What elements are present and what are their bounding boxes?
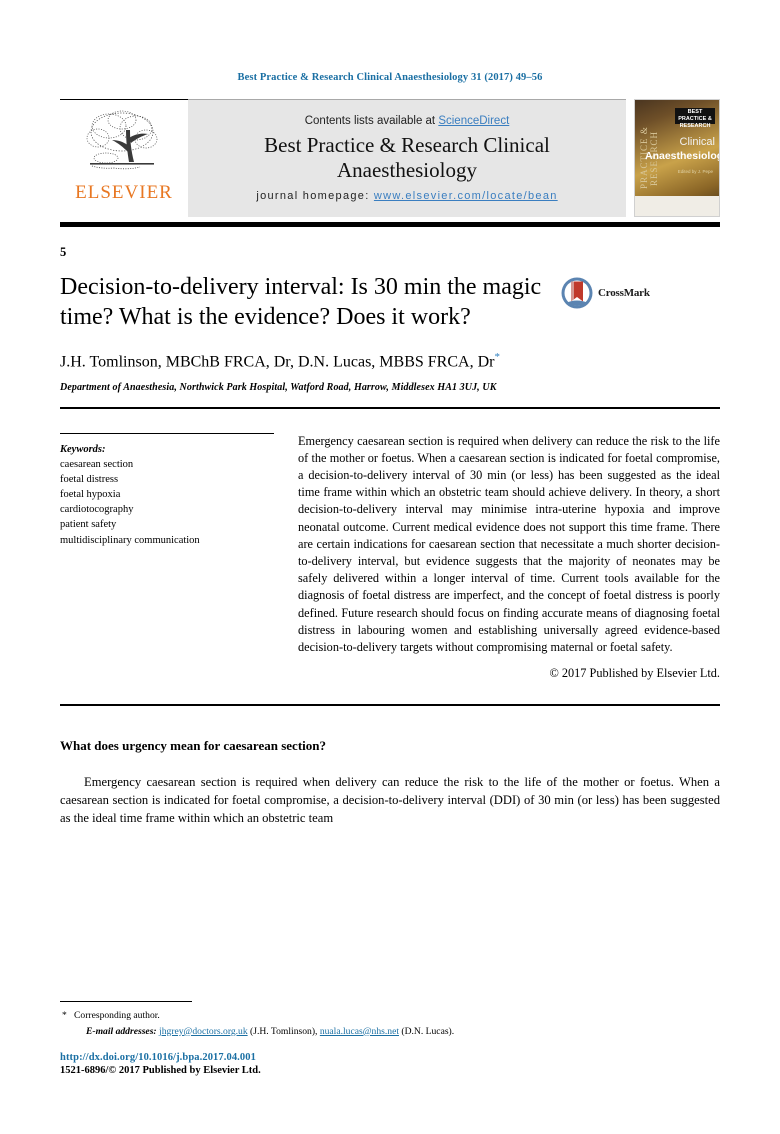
journal-homepage-line: journal homepage: www.elsevier.com/locat… — [256, 190, 557, 202]
keywords-heading: Keywords: — [60, 443, 106, 455]
keyword-item: foetal distress — [60, 473, 119, 485]
sciencedirect-link[interactable]: ScienceDirect — [438, 115, 509, 127]
journal-title: Best Practice & Research Clinical Anaest… — [264, 133, 550, 183]
cover-footer-band — [635, 196, 719, 216]
journal-title-line1: Best Practice & Research Clinical — [264, 132, 550, 157]
abstract-copyright: © 2017 Published by Elsevier Ltd. — [549, 666, 720, 681]
section-heading: What does urgency mean for caesarean sec… — [60, 738, 326, 754]
author-names: J.H. Tomlinson, MBChB FRCA, Dr, D.N. Luc… — [60, 353, 495, 371]
journal-header-center: Contents lists available at ScienceDirec… — [188, 99, 626, 217]
body-paragraph: Emergency caesarean section is required … — [60, 775, 720, 826]
abstract-text: Emergency caesarean section is required … — [298, 433, 720, 655]
email-name-lucas: (D.N. Lucas). — [401, 1025, 455, 1037]
abstract-column: Emergency caesarean section is required … — [298, 433, 720, 683]
email-link-tomlinson[interactable]: jhgrey@doctors.org.uk — [159, 1026, 248, 1037]
article-page: Best Practice & Research Clinical Anaest… — [0, 0, 780, 1134]
contents-prefix: Contents lists available at — [304, 114, 439, 127]
cover-title-line2: Anaesthesiology — [645, 150, 719, 162]
page-title: Decision-to-delivery interval: Is 30 min… — [60, 274, 542, 331]
cover-title-line1: Clinical — [679, 136, 715, 148]
email-label: E-mail addresses: — [86, 1025, 157, 1037]
footer-zone: * Corresponding author. E-mail addresses… — [60, 1001, 720, 1076]
email-addresses: E-mail addresses: jhgrey@doctors.org.uk … — [60, 1025, 720, 1039]
keyword-item: caesarean section — [60, 458, 134, 470]
running-head: Best Practice & Research Clinical Anaest… — [237, 72, 543, 83]
homepage-label: journal homepage: — [256, 190, 374, 203]
journal-header-band: ELSEVIER Contents lists available at Sci… — [60, 99, 720, 217]
contents-available-line: Contents lists available at ScienceDirec… — [305, 115, 510, 127]
journal-cover-thumbnail[interactable]: PRACTICE & RESEARCH BEST PRACTICE & RESE… — [634, 99, 720, 217]
corresponding-author-marker: * — [494, 351, 500, 364]
footnote-marker: * — [62, 1010, 67, 1022]
article-number: 5 — [60, 245, 67, 259]
cover-badge: BEST PRACTICE & RESEARCH — [675, 108, 715, 129]
header-divider-rule — [60, 222, 720, 227]
journal-homepage-link[interactable]: www.elsevier.com/locate/bean — [374, 190, 558, 202]
crossmark-label: CrossMark — [598, 287, 650, 299]
issn-copyright: 1521-6896/© 2017 Published by Elsevier L… — [60, 1065, 261, 1076]
abstract-block: Keywords: caesarean section foetal distr… — [60, 432, 720, 683]
journal-title-line2: Anaesthesiology — [337, 157, 477, 182]
email-name-tomlinson: (J.H. Tomlinson), — [250, 1025, 318, 1037]
crossmark-badge[interactable]: CrossMark — [560, 276, 664, 310]
abstract-divider-rule — [60, 704, 720, 707]
title-row: Decision-to-delivery interval: Is 30 min… — [60, 272, 720, 332]
keyword-item: foetal hypoxia — [60, 489, 121, 501]
keywords-rule — [60, 432, 274, 434]
elsevier-tree-icon — [86, 110, 158, 170]
keyword-item: cardiotocography — [60, 504, 134, 516]
keywords-column: Keywords: caesarean section foetal distr… — [60, 432, 298, 683]
keyword-item: patient safety — [60, 519, 117, 531]
keyword-item: multidisciplinary communication — [60, 534, 200, 546]
author-divider-rule — [60, 406, 720, 409]
elsevier-wordmark: ELSEVIER — [75, 182, 173, 203]
author-list: J.H. Tomlinson, MBChB FRCA, Dr, D.N. Luc… — [60, 350, 720, 373]
doi-link[interactable]: http://dx.doi.org/10.1016/j.bpa.2017.04.… — [60, 1052, 720, 1063]
corresponding-author-note: * Corresponding author. — [60, 1009, 720, 1023]
affiliation: Department of Anaesthesia, Northwick Par… — [60, 381, 497, 393]
crossmark-icon — [561, 277, 593, 309]
corresponding-author-text: Corresponding author. — [74, 1010, 160, 1022]
email-link-lucas[interactable]: nuala.lucas@nhs.net — [320, 1026, 399, 1037]
footnote-rule — [60, 1001, 192, 1003]
cover-subtitle: Edited by J. Pepe — [677, 169, 713, 174]
elsevier-logo: ELSEVIER — [60, 99, 188, 217]
